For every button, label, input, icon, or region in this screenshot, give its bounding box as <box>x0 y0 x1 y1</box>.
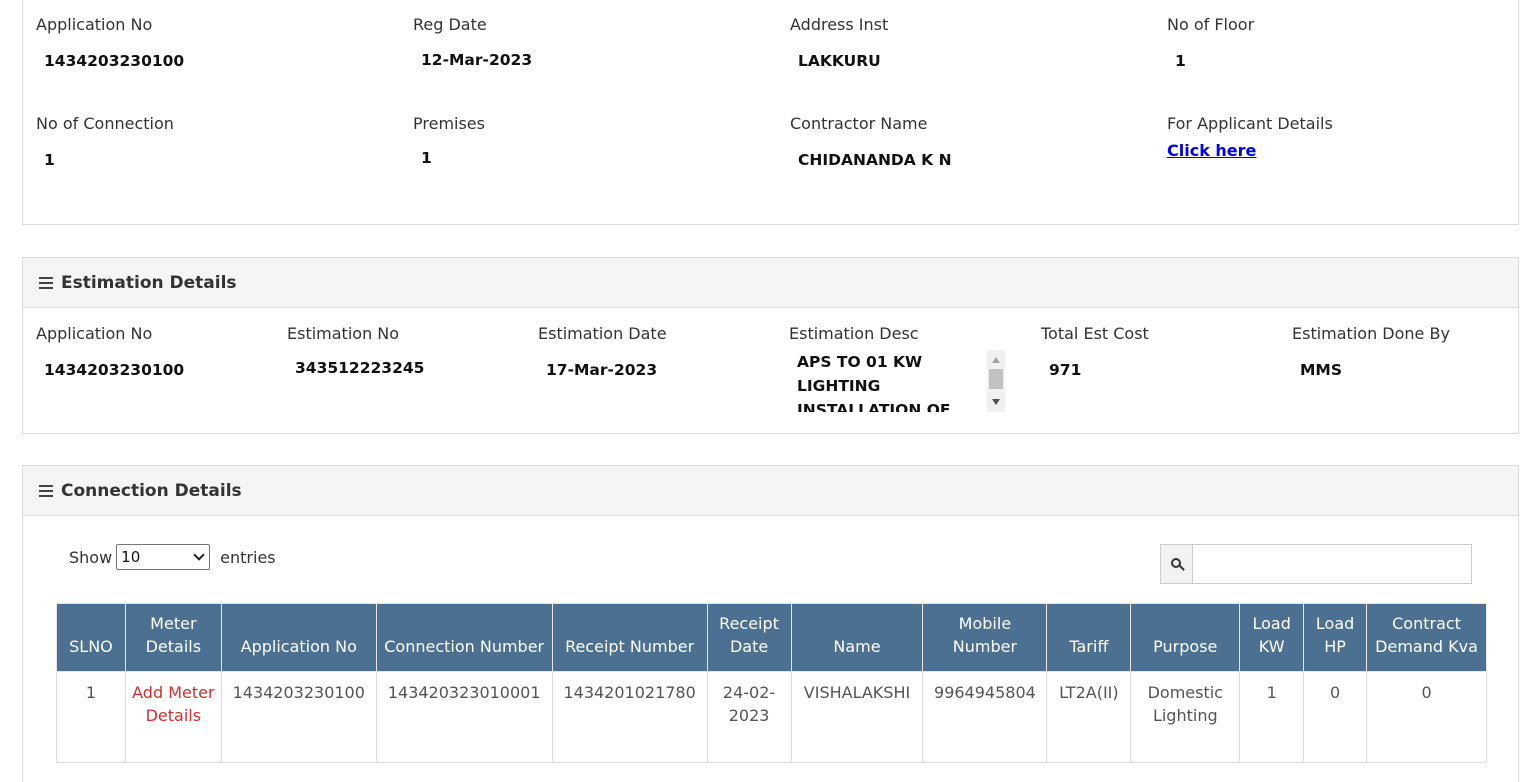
scroll-up-icon[interactable] <box>992 357 1000 363</box>
col-contract-demand[interactable]: Contract Demand Kva <box>1366 603 1487 672</box>
entries-label: entries <box>220 547 276 567</box>
est-application-no-field: Application No 1434203230100 <box>36 324 184 379</box>
estimation-desc-box[interactable]: APS TO 01 KW LIGHTING INSTALLATION OF <box>789 350 1005 412</box>
done-by-field: Estimation Done By MMS <box>1292 324 1450 379</box>
reg-date-field: Reg Date 12-Mar-2023 <box>413 15 532 69</box>
connections-label: No of Connection <box>36 114 174 133</box>
connections-field: No of Connection 1 <box>36 114 174 169</box>
floors-label: No of Floor <box>1167 15 1255 34</box>
applicant-details-label: For Applicant Details <box>1167 114 1333 133</box>
premises-label: Premises <box>413 114 485 133</box>
connection-table: SLNO Meter Details Application No Connec… <box>56 603 1487 763</box>
col-receipt-number[interactable]: Receipt Number <box>551 603 708 672</box>
applicant-details-field: For Applicant Details Click here <box>1167 114 1333 160</box>
chevron-down-icon <box>193 549 205 561</box>
cell-contract-demand: 0 <box>1366 671 1487 763</box>
contractor-value: CHIDANANDA K N <box>798 151 952 169</box>
est-application-no-label: Application No <box>36 324 153 343</box>
premises-field: Premises 1 <box>413 114 485 167</box>
application-no-value: 1434203230100 <box>44 52 185 70</box>
estimation-date-value: 17-Mar-2023 <box>546 361 658 379</box>
entries-select-value: 10 <box>121 548 141 566</box>
cell-tariff: LT2A(II) <box>1046 671 1132 763</box>
cell-purpose: Domestic Lighting <box>1130 671 1241 763</box>
estimation-heading: Estimation Details <box>23 258 1518 308</box>
add-meter-details-link[interactable]: Add Meter Details <box>124 671 222 763</box>
contractor-label: Contractor Name <box>790 114 928 133</box>
estimation-desc-label: Estimation Desc <box>789 324 919 343</box>
contractor-field: Contractor Name CHIDANANDA K N <box>790 114 952 169</box>
col-slno[interactable]: SLNO <box>56 603 126 672</box>
connections-value: 1 <box>44 151 55 169</box>
cell-application-no: 1434203230100 <box>220 671 377 763</box>
search-input[interactable] <box>1192 544 1472 584</box>
menu-icon <box>39 276 53 289</box>
col-name[interactable]: Name <box>790 603 924 672</box>
cell-load-kw: 1 <box>1239 671 1305 763</box>
total-cost-value: 971 <box>1049 361 1082 379</box>
done-by-value: MMS <box>1300 361 1343 379</box>
cell-slno: 1 <box>56 671 126 763</box>
reg-date-value: 12-Mar-2023 <box>421 51 533 69</box>
cell-connection-number: 143420323010001 <box>375 671 553 763</box>
estimation-desc-value: APS TO 01 KW LIGHTING INSTALLATION OF <box>797 353 951 412</box>
col-mobile-number[interactable]: Mobile Number <box>922 603 1048 672</box>
menu-icon <box>39 484 53 497</box>
estimation-no-field: Estimation No 343512223245 <box>287 324 424 377</box>
connection-title: Connection Details <box>61 480 242 501</box>
entries-length-control: Show 10 entries <box>69 544 276 570</box>
cell-receipt-number: 1434201021780 <box>551 671 708 763</box>
total-cost-field: Total Est Cost 971 <box>1041 324 1149 379</box>
total-cost-label: Total Est Cost <box>1041 324 1149 343</box>
connection-heading: Connection Details <box>23 466 1518 516</box>
connection-panel: Connection Details Show 10 entries SLNO … <box>22 465 1519 782</box>
table-row: 1 Add Meter Details 1434203230100 143420… <box>56 671 1487 763</box>
address-field: Address Inst LAKKURU <box>790 15 889 70</box>
applicant-panel: Application No 1434203230100 Reg Date 12… <box>22 0 1519 225</box>
col-purpose[interactable]: Purpose <box>1130 603 1241 672</box>
search-icon <box>1170 558 1181 568</box>
scroll-down-icon[interactable] <box>992 399 1000 405</box>
estimation-panel: Estimation Details Application No 143420… <box>22 257 1519 434</box>
scroll-thumb[interactable] <box>989 369 1003 389</box>
table-header-row: SLNO Meter Details Application No Connec… <box>56 603 1487 672</box>
est-application-no-value: 1434203230100 <box>44 361 185 379</box>
col-receipt-date[interactable]: Receipt Date <box>706 603 792 672</box>
col-load-hp[interactable]: Load HP <box>1303 603 1368 672</box>
address-label: Address Inst <box>790 15 889 34</box>
search-addon <box>1160 544 1192 584</box>
estimation-title: Estimation Details <box>61 272 237 293</box>
show-label: Show <box>69 547 113 567</box>
done-by-label: Estimation Done By <box>1292 324 1450 343</box>
reg-date-label: Reg Date <box>413 15 487 34</box>
col-tariff[interactable]: Tariff <box>1046 603 1132 672</box>
col-meter-details[interactable]: Meter Details <box>124 603 222 672</box>
address-value: LAKKURU <box>798 52 881 70</box>
estimation-desc-field: Estimation Desc <box>789 324 919 343</box>
cell-mobile-number: 9964945804 <box>922 671 1048 763</box>
estimation-no-label: Estimation No <box>287 324 400 343</box>
entries-select[interactable]: 10 <box>116 544 211 570</box>
floors-field: No of Floor 1 <box>1167 15 1255 70</box>
col-load-kw[interactable]: Load KW <box>1239 603 1305 672</box>
table-search <box>1160 544 1472 584</box>
application-no-field: Application No 1434203230100 <box>36 15 184 70</box>
cell-load-hp: 0 <box>1303 671 1368 763</box>
application-no-label: Application No <box>36 15 153 34</box>
estimation-date-field: Estimation Date 17-Mar-2023 <box>538 324 667 379</box>
cell-receipt-date: 24-02-2023 <box>706 671 792 763</box>
cell-name: VISHALAKSHI <box>790 671 924 763</box>
col-application-no[interactable]: Application No <box>220 603 377 672</box>
desc-scrollbar[interactable] <box>987 350 1005 412</box>
premises-value: 1 <box>421 149 432 167</box>
estimation-no-value: 343512223245 <box>295 359 425 377</box>
col-connection-number[interactable]: Connection Number <box>375 603 553 672</box>
floors-value: 1 <box>1175 52 1186 70</box>
estimation-date-label: Estimation Date <box>538 324 667 343</box>
applicant-details-link[interactable]: Click here <box>1167 141 1256 160</box>
